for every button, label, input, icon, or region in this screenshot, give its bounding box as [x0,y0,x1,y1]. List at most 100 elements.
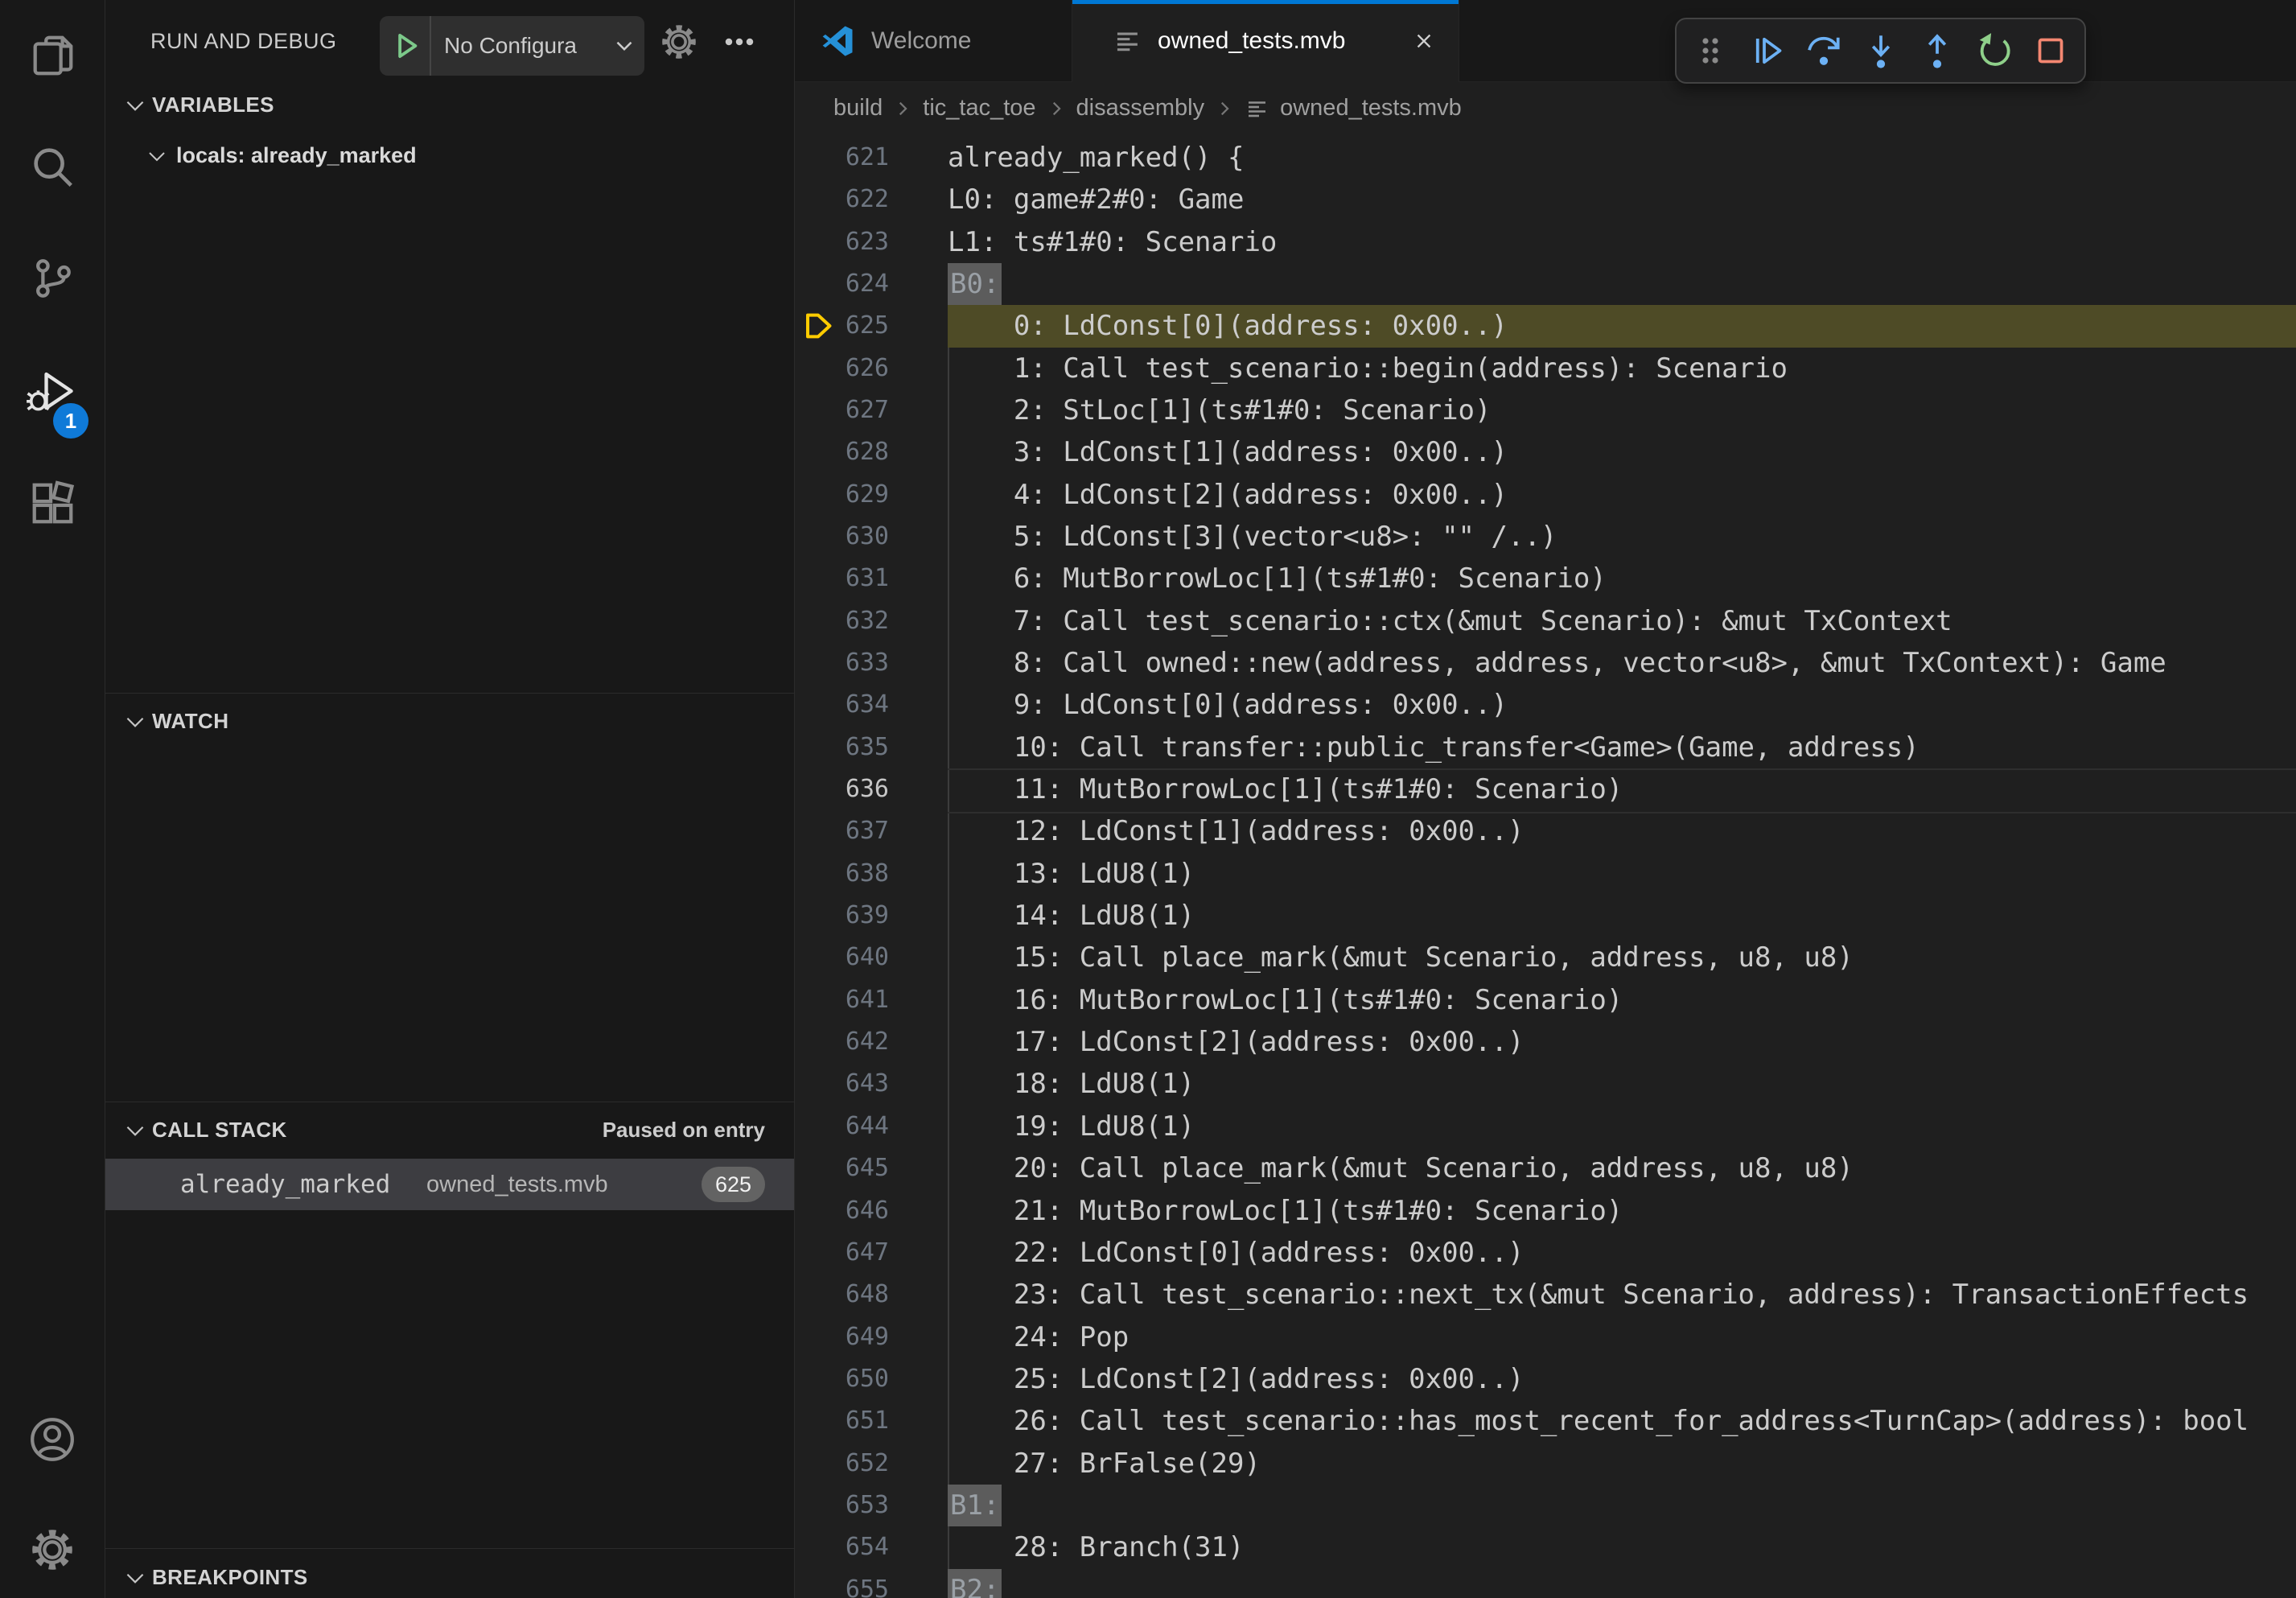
line-number[interactable]: 653 [795,1485,889,1526]
line-number[interactable]: 623 [795,221,889,263]
line-number[interactable]: 621 [795,137,889,179]
accounts-icon[interactable] [0,1395,105,1484]
code-line-653[interactable]: 653B1: [795,1485,2296,1527]
code-line-639[interactable]: 639 14: LdU8(1) [795,895,2296,937]
stop-button[interactable] [2027,27,2074,74]
extensions-icon[interactable] [0,459,105,548]
line-number[interactable]: 655 [795,1569,889,1598]
breakpoints-section-header[interactable]: BREAKPOINTS [105,1553,794,1598]
code-line-622[interactable]: 622L0: game#2#0: Game [795,179,2296,221]
more-actions-icon[interactable] [718,21,760,63]
run-and-debug-icon[interactable]: 1 [0,347,105,435]
line-number[interactable]: 646 [795,1190,889,1232]
line-number[interactable]: 633 [795,642,889,684]
line-number[interactable]: 652 [795,1443,889,1485]
code-line-623[interactable]: 623L1: ts#1#0: Scenario [795,221,2296,264]
line-number[interactable]: 638 [795,853,889,895]
line-number[interactable]: 645 [795,1147,889,1189]
line-number[interactable]: 644 [795,1106,889,1147]
line-number[interactable]: 632 [795,600,889,642]
code-line-644[interactable]: 644 19: LdU8(1) [795,1106,2296,1148]
code-line-629[interactable]: 629 4: LdConst[2](address: 0x00..) [795,474,2296,517]
variables-section-header[interactable]: VARIABLES [105,80,794,129]
code-line-634[interactable]: 634 9: LdConst[0](address: 0x00..) [795,684,2296,727]
code-line-632[interactable]: 632 7: Call test_scenario::ctx(&mut Scen… [795,600,2296,643]
restart-button[interactable] [1971,27,2018,74]
call-stack-frame-row[interactable]: already_marked owned_tests.mvb 625 [105,1159,794,1210]
line-number[interactable]: 650 [795,1358,889,1400]
code-line-654[interactable]: 654 28: Branch(31) [795,1526,2296,1569]
line-number[interactable]: 643 [795,1063,889,1105]
code-line-637[interactable]: 637 12: LdConst[1](address: 0x00..) [795,810,2296,853]
drag-handle-button[interactable] [1687,27,1734,74]
line-number[interactable]: 626 [795,348,889,389]
code-line-624[interactable]: 624B0: [795,263,2296,306]
line-number[interactable]: 636 [795,768,889,810]
code-line-655[interactable]: 655B2: [795,1569,2296,1598]
section-divider[interactable] [105,693,794,694]
line-number[interactable]: 624 [795,263,889,305]
line-number[interactable]: 627 [795,389,889,431]
start-debugging-icon[interactable] [388,28,423,64]
line-number[interactable]: 639 [795,895,889,937]
line-number[interactable]: 648 [795,1274,889,1316]
step-over-button[interactable] [1800,27,1847,74]
breadcrumb-item[interactable]: tic_tac_toe [923,95,1035,121]
step-out-button[interactable] [1914,27,1961,74]
line-number[interactable]: 640 [795,937,889,978]
line-number[interactable]: 634 [795,684,889,726]
code-area[interactable]: 621already_marked() {622L0: game#2#0: Ga… [795,134,2296,1598]
close-icon[interactable] [1410,27,1438,55]
code-line-626[interactable]: 626 1: Call test_scenario::begin(address… [795,348,2296,390]
code-line-630[interactable]: 630 5: LdConst[3](vector<u8>: "" /..) [795,516,2296,558]
section-divider[interactable] [105,1548,794,1549]
code-line-647[interactable]: 647 22: LdConst[0](address: 0x00..) [795,1232,2296,1275]
breadcrumb-item[interactable]: build [833,95,883,121]
code-line-642[interactable]: 642 17: LdConst[2](address: 0x00..) [795,1021,2296,1064]
code-line-628[interactable]: 628 3: LdConst[1](address: 0x00..) [795,431,2296,474]
breadcrumb-item[interactable]: disassembly [1076,95,1205,121]
line-number[interactable]: 622 [795,179,889,220]
code-line-638[interactable]: 638 13: LdU8(1) [795,853,2296,896]
line-number[interactable]: 649 [795,1316,889,1358]
code-line-631[interactable]: 631 6: MutBorrowLoc[1](ts#1#0: Scenario) [795,558,2296,600]
code-line-641[interactable]: 641 16: MutBorrowLoc[1](ts#1#0: Scenario… [795,979,2296,1022]
line-number[interactable]: 630 [795,516,889,558]
code-line-645[interactable]: 645 20: Call place_mark(&mut Scenario, a… [795,1147,2296,1190]
code-line-621[interactable]: 621already_marked() { [795,137,2296,179]
code-line-635[interactable]: 635 10: Call transfer::public_transfer<G… [795,727,2296,769]
breadcrumb-item[interactable]: owned_tests.mvb [1245,95,1462,121]
code-line-652[interactable]: 652 27: BrFalse(29) [795,1443,2296,1485]
explorer-icon[interactable] [0,11,105,100]
line-number[interactable]: 631 [795,558,889,599]
line-number[interactable]: 637 [795,810,889,852]
debug-settings-gear-icon[interactable] [658,21,700,63]
code-line-650[interactable]: 650 25: LdConst[2](address: 0x00..) [795,1358,2296,1401]
tab-welcome[interactable]: Welcome [795,0,1072,82]
code-line-627[interactable]: 627 2: StLoc[1](ts#1#0: Scenario) [795,389,2296,432]
line-number[interactable]: 642 [795,1021,889,1063]
step-into-button[interactable] [1858,27,1904,74]
line-number[interactable]: 647 [795,1232,889,1274]
continue-button[interactable] [1743,27,1790,74]
settings-gear-icon[interactable] [0,1505,105,1594]
code-line-625[interactable]: 625 0: LdConst[0](address: 0x00..) [795,305,2296,348]
line-number[interactable]: 651 [795,1400,889,1442]
search-icon[interactable] [0,124,105,212]
code-line-646[interactable]: 646 21: MutBorrowLoc[1](ts#1#0: Scenario… [795,1190,2296,1233]
code-line-640[interactable]: 640 15: Call place_mark(&mut Scenario, a… [795,937,2296,979]
line-number[interactable]: 629 [795,474,889,516]
code-line-648[interactable]: 648 23: Call test_scenario::next_tx(&mut… [795,1274,2296,1316]
code-line-643[interactable]: 643 18: LdU8(1) [795,1063,2296,1106]
debug-config-dropdown[interactable]: No Configura [380,16,644,76]
call-stack-section-header[interactable]: CALL STACK Paused on entry [105,1106,794,1154]
line-number[interactable]: 654 [795,1526,889,1568]
code-line-651[interactable]: 651 26: Call test_scenario::has_most_rec… [795,1400,2296,1443]
line-number[interactable]: 628 [795,431,889,473]
line-number[interactable]: 641 [795,979,889,1021]
variables-scope-row[interactable]: locals: already_marked [105,132,794,179]
tab-owned-tests[interactable]: owned_tests.mvb [1072,0,1459,82]
code-line-636[interactable]: 636 11: MutBorrowLoc[1](ts#1#0: Scenario… [795,768,2296,811]
code-line-633[interactable]: 633 8: Call owned::new(address, address,… [795,642,2296,685]
line-number[interactable]: 635 [795,727,889,768]
